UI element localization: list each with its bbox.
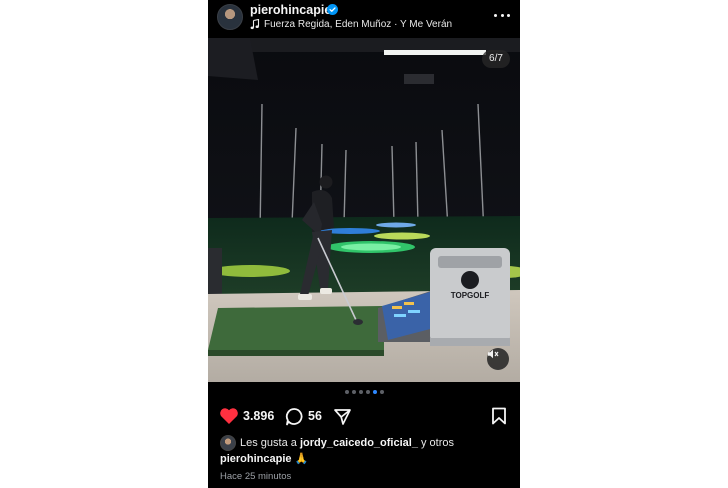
more-options-icon[interactable] [494, 9, 510, 21]
carousel-indicator [208, 390, 520, 396]
instagram-post: pierohincapie Fuerza Regida, Eden Muñoz … [208, 0, 520, 488]
audio-track[interactable]: Fuerza Regida, Eden Muñoz · Y Me Verán [250, 17, 452, 31]
golf-range-scene: TOPGOLF [208, 38, 520, 382]
liked-by-user[interactable]: jordy_caicedo_oficial_ [300, 437, 418, 449]
profile-avatar[interactable] [217, 4, 243, 30]
music-note-icon [250, 18, 260, 29]
share-action[interactable] [333, 404, 352, 428]
audio-track-label: Fuerza Regida, Eden Muñoz · Y Me Verán [264, 18, 453, 30]
liked-by-suffix[interactable]: y otros [421, 437, 454, 449]
post-header: pierohincapie Fuerza Regida, Eden Muñoz … [208, 0, 520, 36]
like-action[interactable]: 3.896 [219, 404, 274, 428]
share-icon[interactable] [333, 407, 352, 426]
post-photo[interactable]: TOPGOLF 6/7 [208, 38, 520, 382]
comment-action[interactable]: 56 [285, 404, 322, 428]
carousel-dot [344, 390, 349, 394]
comment-icon[interactable] [285, 407, 304, 426]
caption-username[interactable]: pierohincapie [220, 453, 292, 465]
carousel-dot [351, 390, 356, 394]
carousel-dot [365, 390, 370, 394]
post-timestamp: Hace 25 minutos [220, 471, 292, 482]
liked-by-prefix: Les gusta a [240, 437, 297, 449]
caption-emoji: 🙏 [294, 453, 309, 465]
carousel-counter: 6/7 [482, 50, 510, 68]
carousel-dot [379, 390, 384, 394]
liked-by[interactable]: Les gusta a jordy_caicedo_oficial_ y otr… [220, 435, 454, 451]
carousel-dot [372, 390, 377, 394]
caption: pierohincapie 🙏 [220, 452, 308, 465]
verified-badge-icon [327, 4, 338, 15]
muted-speaker-icon[interactable] [487, 348, 509, 370]
likes-count[interactable]: 3.896 [243, 409, 274, 423]
liker-avatar [220, 435, 236, 451]
bookmark-icon[interactable] [491, 407, 507, 425]
carousel-dot [358, 390, 363, 394]
post-actions: 3.896 56 [208, 404, 520, 428]
comments-count[interactable]: 56 [308, 409, 322, 423]
post-username[interactable]: pierohincapie [250, 3, 331, 17]
heart-icon[interactable] [219, 407, 239, 425]
topgolf-sign: TOPGOLF [451, 291, 490, 300]
